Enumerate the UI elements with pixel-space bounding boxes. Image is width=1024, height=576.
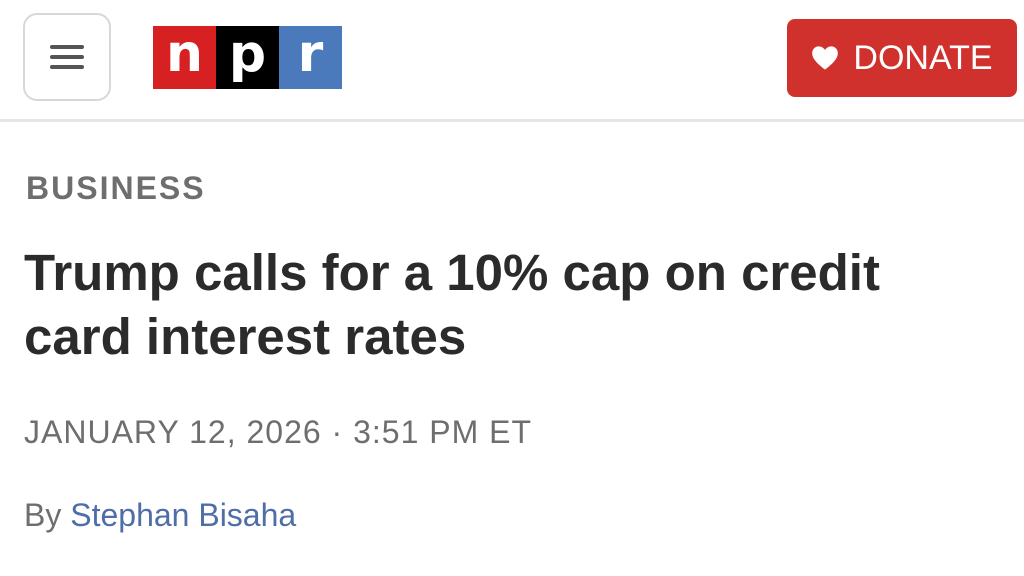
npr-logo[interactable]: n p r	[153, 26, 342, 89]
page: n p r DONATE BUSINESS Trump calls for a …	[0, 0, 1024, 576]
article-byline: By Stephan Bisaha	[24, 497, 296, 534]
byline-prefix: By	[24, 497, 62, 533]
site-header: n p r DONATE	[0, 0, 1024, 122]
author-link[interactable]: Stephan Bisaha	[70, 497, 296, 533]
logo-letter-n: n	[153, 26, 216, 89]
menu-button[interactable]	[23, 13, 111, 101]
donate-label: DONATE	[853, 38, 993, 77]
logo-letter-r: r	[279, 26, 342, 89]
donate-button[interactable]: DONATE	[787, 19, 1017, 97]
heart-icon	[811, 45, 839, 71]
section-label[interactable]: BUSINESS	[26, 170, 206, 207]
article-dateline: JANUARY 12, 2026 · 3:51 PM ET	[24, 414, 533, 450]
logo-letter-p: p	[216, 26, 279, 89]
hamburger-menu-icon	[50, 45, 84, 69]
article-headline: Trump calls for a 10% cap on credit card…	[24, 244, 880, 365]
